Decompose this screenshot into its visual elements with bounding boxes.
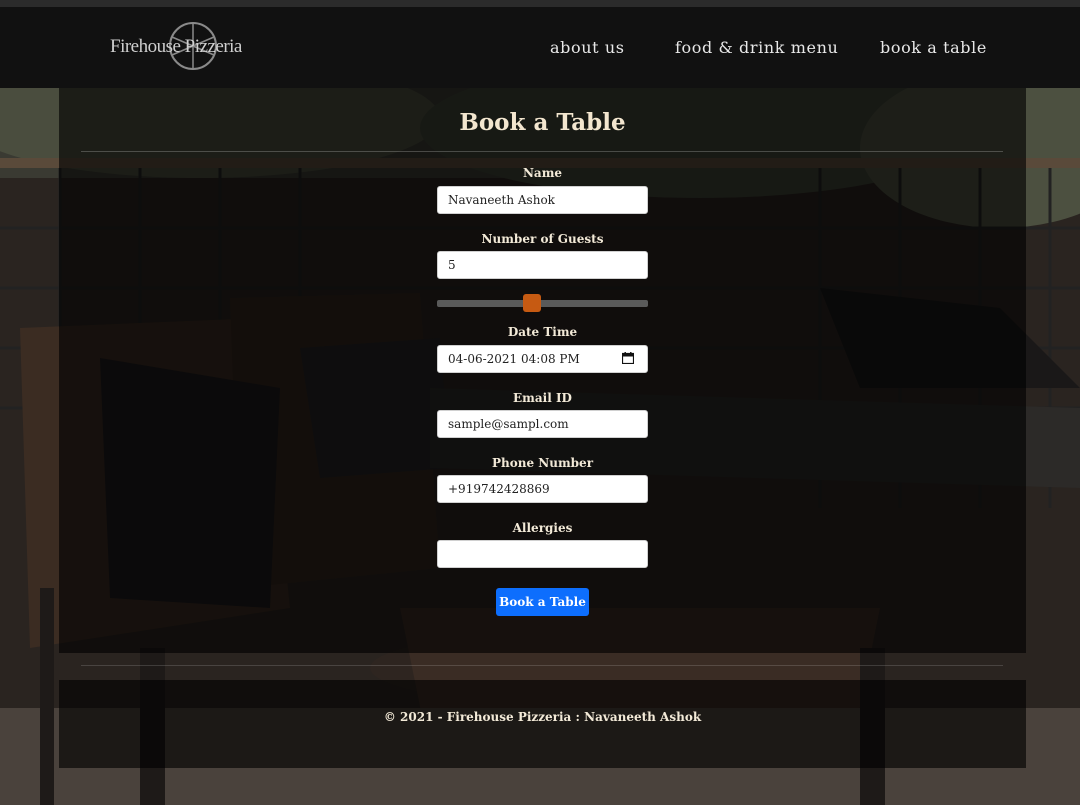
email-label: Email ID <box>513 391 572 405</box>
window-top-strip <box>0 0 1080 7</box>
datetime-input[interactable]: 04-06-2021 04:08 PM <box>437 345 648 373</box>
nav-about-us[interactable]: about us <box>550 38 625 57</box>
guests-input[interactable]: 5 <box>437 251 648 279</box>
footer-divider <box>81 665 1003 666</box>
nav-book-a-table[interactable]: book a table <box>880 38 987 57</box>
allergies-label: Allergies <box>512 521 573 535</box>
guests-slider[interactable] <box>437 300 648 307</box>
title-divider <box>81 151 1003 152</box>
book-table-button[interactable]: Book a Table <box>496 588 589 616</box>
nav-food-drink-menu[interactable]: food & drink menu <box>675 38 838 57</box>
name-label: Name <box>522 166 563 180</box>
datetime-label: Date Time <box>507 325 578 339</box>
email-input[interactable]: sample@sampl.com <box>437 410 648 438</box>
footer-copyright: © 2021 - Firehouse Pizzeria : Navaneeth … <box>383 710 702 724</box>
allergies-input[interactable] <box>437 540 648 568</box>
phone-input[interactable]: +919742428869 <box>437 475 648 503</box>
name-input[interactable]: Navaneeth Ashok <box>437 186 648 214</box>
navbar: Firehouse Pizzeria about us food & drink… <box>0 7 1080 88</box>
phone-label: Phone Number <box>491 456 594 470</box>
footer-panel <box>59 680 1026 768</box>
guests-slider-thumb[interactable] <box>522 294 541 312</box>
calendar-icon[interactable] <box>622 352 634 364</box>
brand-logo[interactable]: Firehouse Pizzeria <box>110 20 250 76</box>
guests-label: Number of Guests <box>481 232 604 246</box>
page-title: Book a Table <box>459 109 626 136</box>
brand-name: Firehouse Pizzeria <box>110 36 242 57</box>
